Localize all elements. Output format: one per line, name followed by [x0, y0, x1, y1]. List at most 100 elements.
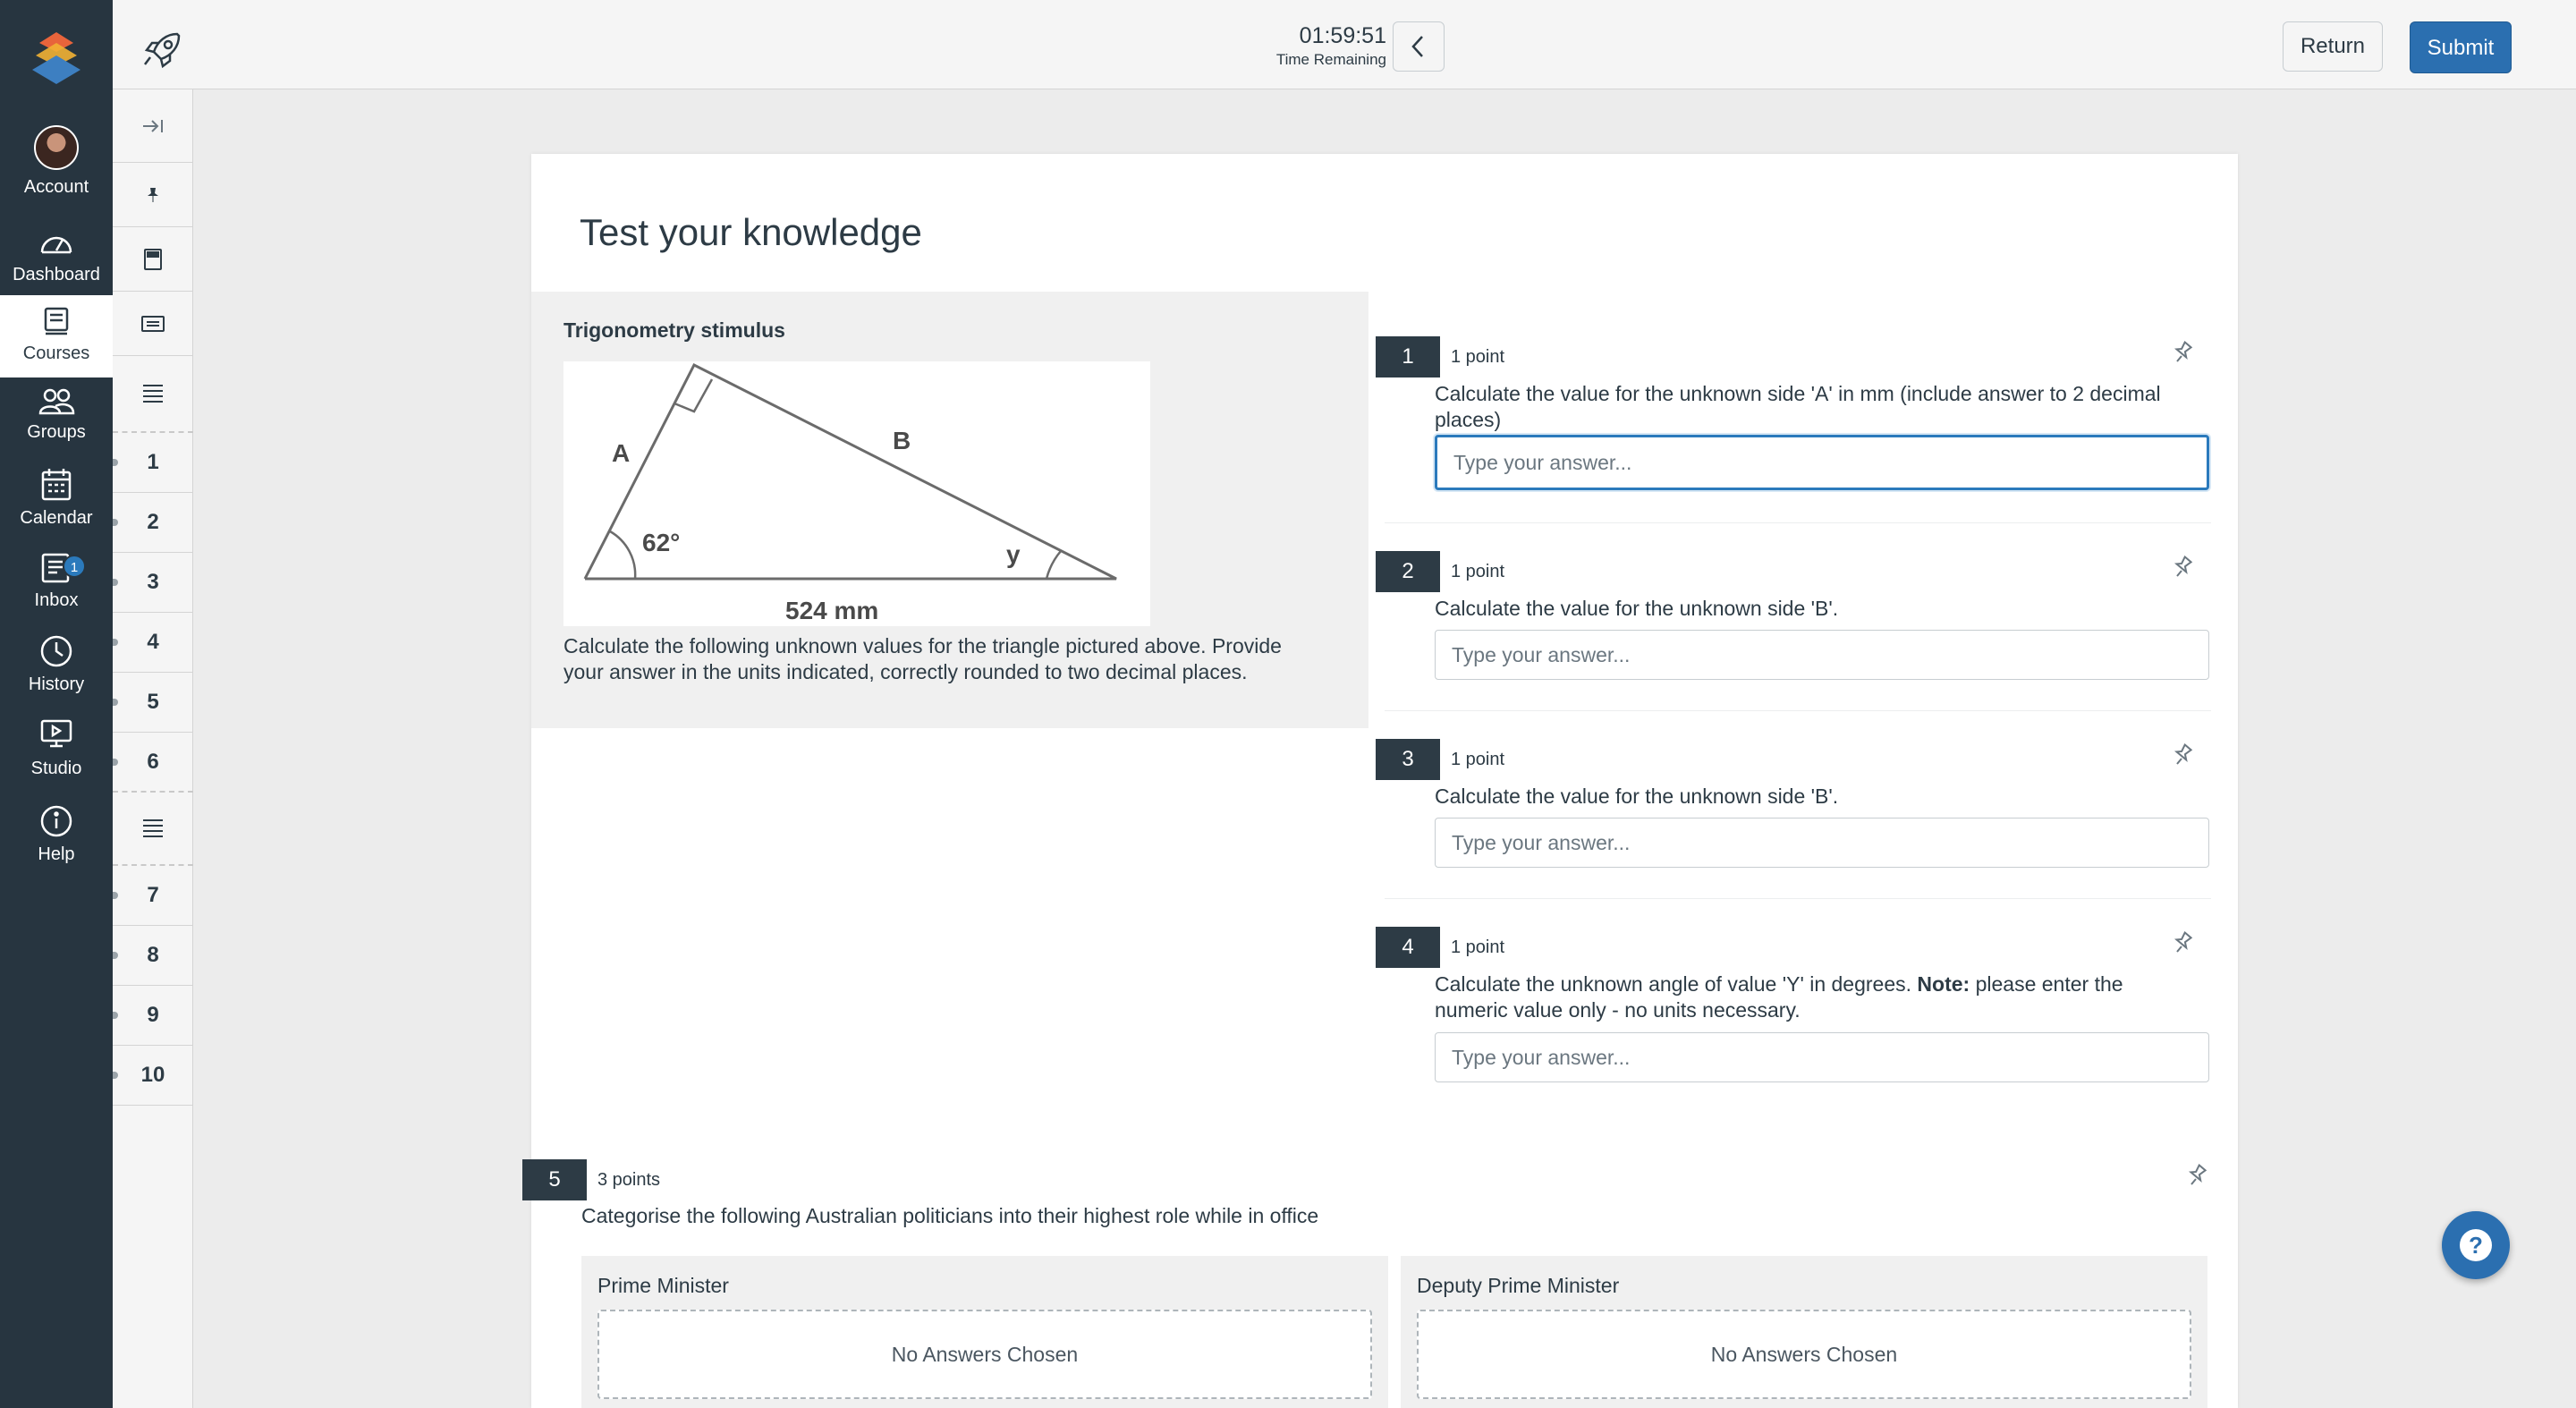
- question-nav-label: 4: [147, 630, 159, 654]
- status-dot: [113, 892, 118, 899]
- status-dot: [113, 519, 118, 526]
- dashboard-icon: [40, 236, 72, 254]
- nav-inbox[interactable]: 1 Inbox: [0, 549, 113, 632]
- groups-icon: [38, 388, 75, 415]
- question-nav-label: 8: [147, 943, 159, 967]
- nav-studio[interactable]: Studio: [0, 717, 113, 800]
- question-nav-1[interactable]: 1: [113, 433, 193, 493]
- pin-icon[interactable]: [2172, 555, 2193, 580]
- history-icon: [40, 635, 72, 667]
- pin-icon[interactable]: [2172, 340, 2193, 365]
- question-number: 1: [1376, 336, 1440, 377]
- question-nav-3[interactable]: 3: [113, 553, 193, 613]
- stimulus-group-marker[interactable]: [113, 356, 193, 433]
- collapse-panel-button[interactable]: [1393, 21, 1445, 72]
- question-3: 3 1 point Calculate the value for the un…: [1376, 739, 2220, 909]
- pin-icon[interactable]: [2186, 1163, 2207, 1188]
- studio-icon: [40, 719, 72, 748]
- svg-text:?: ?: [2469, 1232, 2483, 1259]
- timer-label: Time Remaining: [1275, 51, 1386, 68]
- nav-courses[interactable]: Courses: [0, 295, 113, 377]
- submit-button[interactable]: Submit: [2410, 21, 2512, 73]
- question-text: Categorise the following Australian poli…: [581, 1204, 1319, 1227]
- answer-input[interactable]: [1435, 630, 2209, 680]
- nav-help[interactable]: Help: [0, 803, 113, 886]
- status-dot: [113, 1072, 118, 1079]
- question-2: 2 1 point Calculate the value for the un…: [1376, 551, 2220, 721]
- question-nav-2[interactable]: 2: [113, 493, 193, 553]
- help-icon: [40, 805, 72, 837]
- answer-input[interactable]: [1435, 435, 2209, 490]
- pin-icon[interactable]: [2172, 742, 2193, 768]
- category-drop-zone[interactable]: No Answers Chosen: [1417, 1310, 2191, 1399]
- nav-groups[interactable]: Groups: [0, 386, 113, 469]
- nav-history[interactable]: History: [0, 633, 113, 716]
- category-prime-minister: Prime Minister No Answers Chosen: [581, 1256, 1388, 1408]
- help-button[interactable]: ?: [2442, 1211, 2510, 1279]
- nav-inbox-label: Inbox: [34, 590, 79, 610]
- angle-label: 62°: [642, 529, 680, 556]
- timer-value: 01:59:51: [1299, 23, 1386, 48]
- question-points: 1 point: [1451, 937, 1505, 957]
- question-nav-6[interactable]: 6: [113, 733, 193, 793]
- expand-panel-button[interactable]: [113, 89, 193, 163]
- status-dot: [113, 699, 118, 706]
- nav-studio-label: Studio: [30, 759, 82, 778]
- pinned-filter-button[interactable]: [113, 163, 193, 227]
- base-label: 524 mm: [785, 597, 878, 624]
- question-nav-7[interactable]: 7: [113, 866, 193, 926]
- question-nav-label: 6: [147, 749, 159, 774]
- stimulus-group-marker[interactable]: [113, 793, 193, 866]
- lines-icon: [143, 819, 163, 837]
- canvas-logo-icon[interactable]: [27, 30, 86, 89]
- question-nav-label: 9: [147, 1003, 159, 1027]
- category-drop-zone[interactable]: No Answers Chosen: [597, 1310, 1372, 1399]
- question-4: 4 1 point Calculate the unknown angle of…: [1376, 927, 2220, 1124]
- question-nav-label: 1: [147, 450, 159, 474]
- question-number: 5: [522, 1159, 587, 1200]
- status-dot: [113, 639, 118, 646]
- status-dot: [113, 579, 118, 586]
- pin-icon[interactable]: [2172, 930, 2193, 955]
- question-mark-icon: ?: [2460, 1229, 2492, 1261]
- quiz-toolbar: 01:59:51 Time Remaining Return Submit: [113, 0, 2576, 89]
- question-number: 2: [1376, 551, 1440, 592]
- question-points: 1 point: [1451, 347, 1505, 367]
- question-number: 3: [1376, 739, 1440, 780]
- question-nav-9[interactable]: 9: [113, 986, 193, 1046]
- question-text-part: Calculate the unknown angle of value 'Y'…: [1435, 972, 1918, 996]
- question-points: 3 points: [597, 1170, 661, 1190]
- stimulus-panel: Trigonometry stimulus A B 62° y 524 mm C…: [531, 292, 1368, 728]
- question-nav-4[interactable]: 4: [113, 613, 193, 673]
- calculator-button[interactable]: [113, 227, 193, 292]
- status-dot: [113, 759, 118, 766]
- global-navigation: Account Dashboard Courses Groups Calenda…: [0, 0, 113, 1408]
- question-nav-5[interactable]: 5: [113, 673, 193, 733]
- lines-icon: [143, 385, 163, 403]
- triangle-figure: A B 62° y 524 mm: [564, 361, 1150, 626]
- question-nav-8[interactable]: 8: [113, 926, 193, 986]
- question-text: Calculate the unknown angle of value 'Y'…: [1435, 971, 2186, 1023]
- triangle-diagram: A B 62° y 524 mm: [583, 362, 1117, 624]
- answer-input[interactable]: [1435, 818, 2209, 868]
- question-nav-10[interactable]: 10: [113, 1046, 193, 1106]
- answer-input[interactable]: [1435, 1032, 2209, 1082]
- question-divider: [1385, 710, 2211, 711]
- nav-calendar[interactable]: Calendar: [0, 467, 113, 549]
- category-label: Deputy Prime Minister: [1417, 1274, 1620, 1297]
- question-text: Calculate the value for the unknown side…: [1435, 785, 1839, 808]
- quiz-card: Test your knowledge Trigonometry stimulu…: [522, 154, 2238, 1408]
- courses-icon: [44, 307, 69, 335]
- question-divider: [1385, 522, 2211, 523]
- nav-account[interactable]: Account: [0, 125, 113, 208]
- time-remaining: 01:59:51 Time Remaining: [1252, 23, 1386, 69]
- category-label: Prime Minister: [597, 1274, 729, 1297]
- nav-history-label: History: [28, 674, 85, 694]
- stimulus-text: Calculate the following unknown values f…: [564, 634, 1282, 683]
- stimulus-link[interactable]: [113, 292, 193, 356]
- question-nav-label: 3: [147, 570, 159, 594]
- nav-help-label: Help: [38, 844, 75, 864]
- nav-dashboard-label: Dashboard: [13, 265, 100, 284]
- rocket-icon[interactable]: [141, 30, 182, 68]
- return-button[interactable]: Return: [2283, 21, 2383, 72]
